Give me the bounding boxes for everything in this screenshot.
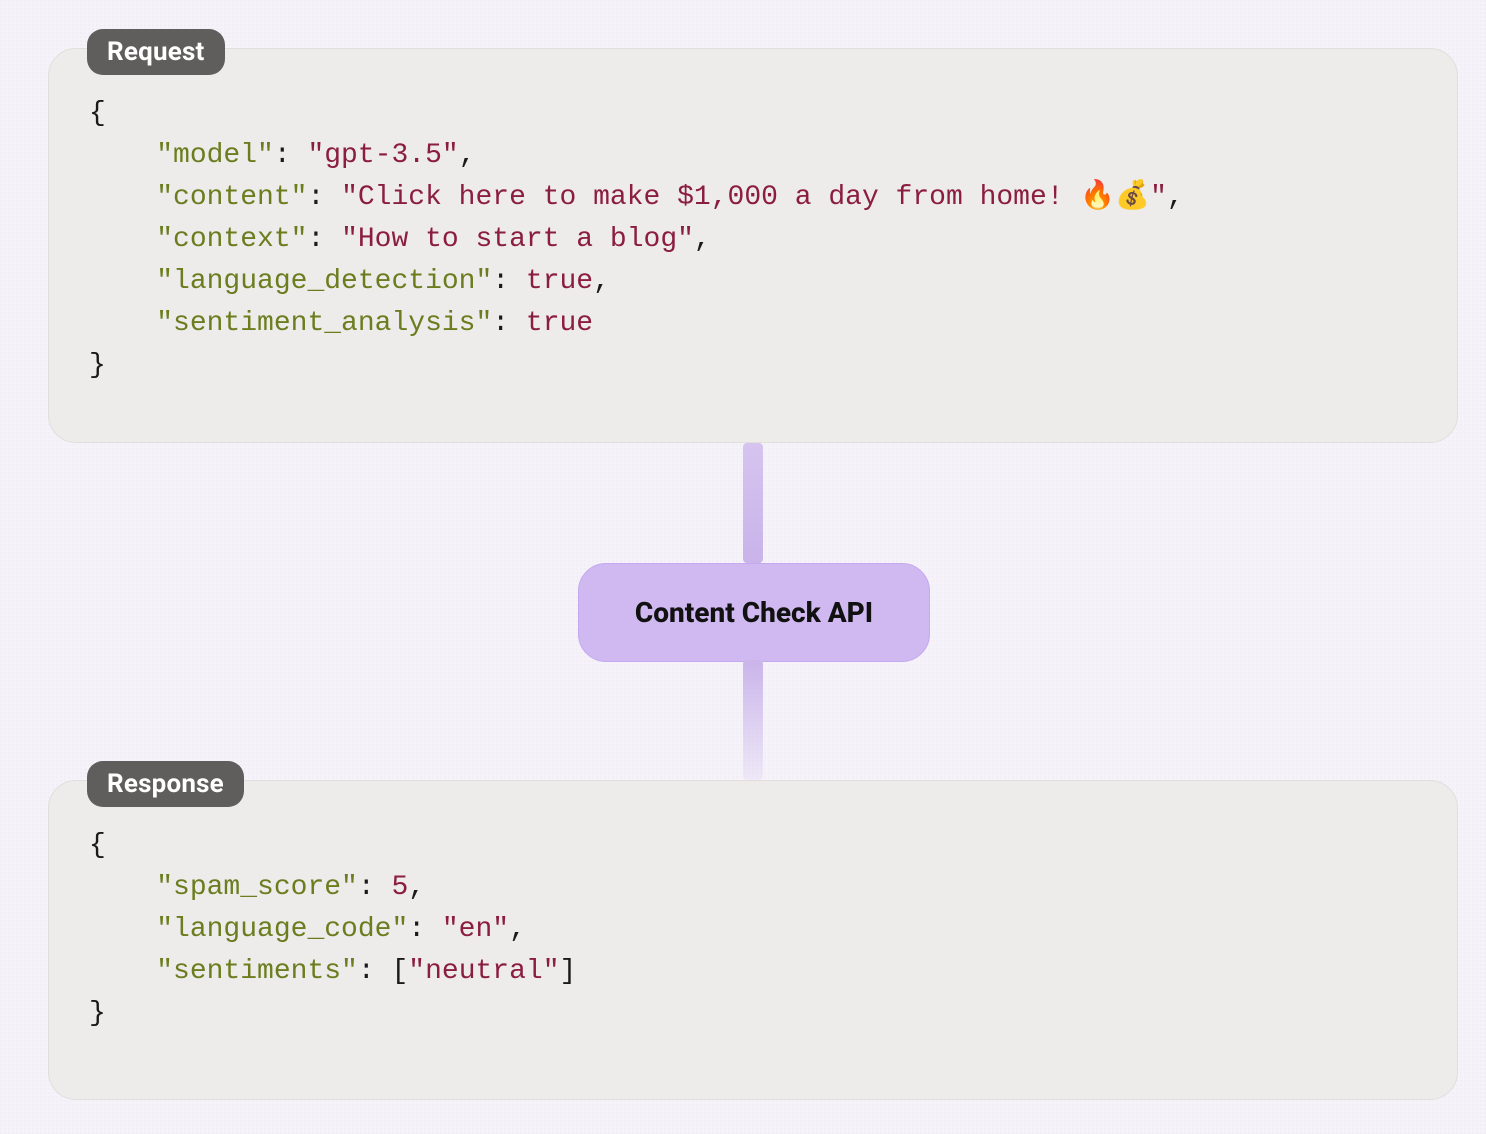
response-label: Response xyxy=(87,761,244,807)
json-key: "content" xyxy=(156,182,307,213)
json-key: "spam_score" xyxy=(156,872,358,903)
json-key: "language_detection" xyxy=(156,266,492,297)
api-node: Content Check API xyxy=(578,563,930,662)
api-diagram: Request { "model": "gpt-3.5", "content":… xyxy=(0,0,1486,1134)
json-value: true xyxy=(526,266,593,297)
request-label: Request xyxy=(87,29,225,75)
json-key: "model" xyxy=(156,140,274,171)
json-value: "neutral" xyxy=(408,956,559,987)
json-key: "sentiment_analysis" xyxy=(156,308,492,339)
api-label: Content Check API xyxy=(635,596,873,629)
json-key: "context" xyxy=(156,224,307,255)
json-value: "Click here to make $1,000 a day from ho… xyxy=(341,182,1167,213)
json-value: "How to start a blog" xyxy=(341,224,694,255)
json-value: "en" xyxy=(442,914,509,945)
connector-bottom xyxy=(743,660,763,780)
request-json: { "model": "gpt-3.5", "content": "Click … xyxy=(89,93,1417,387)
request-card: Request { "model": "gpt-3.5", "content":… xyxy=(48,48,1458,443)
json-key: "sentiments" xyxy=(156,956,358,987)
json-key: "language_code" xyxy=(156,914,408,945)
json-value: 5 xyxy=(391,872,408,903)
response-card: Response { "spam_score": 5, "language_co… xyxy=(48,780,1458,1100)
json-value: "gpt-3.5" xyxy=(307,140,458,171)
response-json: { "spam_score": 5, "language_code": "en"… xyxy=(89,825,1417,1035)
json-value: true xyxy=(526,308,593,339)
connector-top xyxy=(743,443,763,563)
